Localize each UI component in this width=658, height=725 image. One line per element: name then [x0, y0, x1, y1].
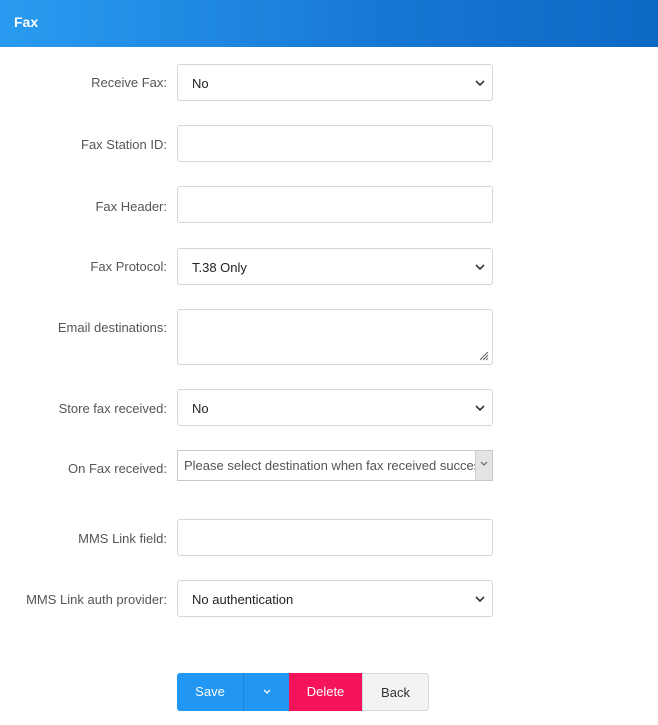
on-fax-received-placeholder: Please select destination when fax recei… — [184, 458, 476, 473]
mms-link-field-label: MMS Link field: — [78, 531, 167, 546]
fax-header-label: Fax Header: — [95, 199, 167, 214]
mms-link-auth-provider-select[interactable]: No authentication — [177, 580, 493, 617]
email-destinations-textarea[interactable] — [177, 309, 493, 365]
mms-link-auth-provider-label: MMS Link auth provider: — [26, 592, 167, 607]
fax-station-id-label: Fax Station ID: — [81, 137, 167, 152]
chevron-down-icon — [475, 264, 485, 271]
receive-fax-select[interactable]: No — [177, 64, 493, 101]
store-fax-received-label: Store fax received: — [58, 401, 167, 416]
receive-fax-label: Receive Fax: — [91, 75, 167, 90]
fax-protocol-value: T.38 Only — [192, 260, 247, 275]
email-destinations-label: Email destinations: — [57, 320, 167, 335]
page-title: Fax — [14, 14, 39, 30]
on-fax-received-destination-select[interactable]: Please select destination when fax recei… — [177, 450, 493, 481]
page-header: Fax — [0, 0, 658, 47]
fax-header-input[interactable] — [177, 186, 493, 223]
store-fax-received-select[interactable]: No — [177, 389, 493, 426]
chevron-down-icon — [263, 689, 271, 694]
chevron-down-icon — [480, 461, 488, 466]
receive-fax-value: No — [192, 76, 209, 91]
chevron-down-icon — [475, 596, 485, 603]
back-button[interactable]: Back — [362, 673, 429, 711]
delete-button[interactable]: Delete — [289, 673, 362, 711]
mms-link-field-input[interactable] — [177, 519, 493, 556]
chevron-down-icon — [475, 405, 485, 412]
resize-grip-icon[interactable] — [479, 351, 489, 361]
store-fax-received-value: No — [192, 401, 209, 416]
fax-protocol-select[interactable]: T.38 Only — [177, 248, 493, 285]
save-button[interactable]: Save — [177, 673, 243, 711]
destination-dropdown-toggle[interactable] — [475, 451, 492, 480]
fax-station-id-input[interactable] — [177, 125, 493, 162]
save-options-dropdown-button[interactable] — [243, 673, 289, 711]
mms-link-auth-provider-value: No authentication — [192, 592, 294, 607]
on-fax-received-label: On Fax received: — [68, 461, 167, 476]
fax-protocol-label: Fax Protocol: — [90, 259, 167, 274]
chevron-down-icon — [475, 80, 485, 87]
